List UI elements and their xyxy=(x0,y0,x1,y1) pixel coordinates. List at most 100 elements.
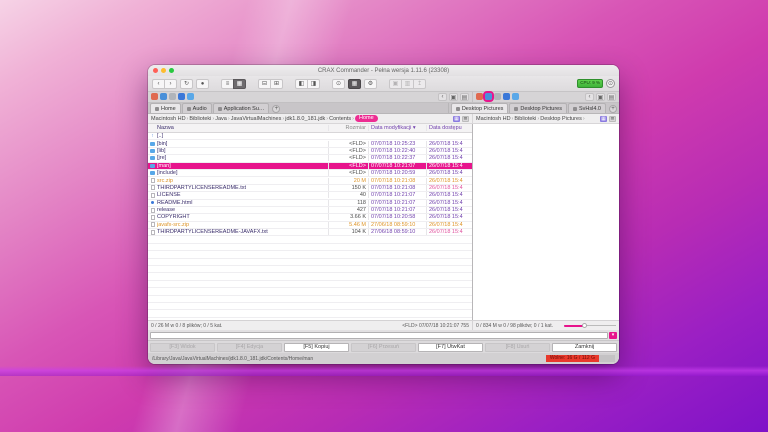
file-row[interactable]: src.zip20 M07/07/18 10:21:0826/07/18 15:… xyxy=(148,177,472,184)
power-toggle-button[interactable]: ● xyxy=(196,79,209,89)
view-grid-button[interactable]: ▦ xyxy=(233,79,246,89)
right-view-details-icon[interactable]: ≣ xyxy=(609,116,616,122)
file-size: <FLD> xyxy=(328,148,368,154)
right-tab-0[interactable]: Desktop Pictures xyxy=(451,103,509,113)
favorite-desktop-icon[interactable] xyxy=(187,93,194,100)
left-pane-back-icon[interactable]: ‹ xyxy=(438,93,447,101)
file-size: <FLD> xyxy=(328,170,368,176)
breadcrumb-separator: › xyxy=(537,116,539,122)
breadcrumb-segment[interactable]: Desktop Pictures xyxy=(540,116,582,122)
split-horizontal-bottom-button[interactable]: ⊞ xyxy=(270,79,283,89)
right-pane-newtab-icon[interactable]: ▣ xyxy=(596,93,605,101)
favorite-network-icon[interactable] xyxy=(169,93,176,100)
folders-button[interactable]: ▦ xyxy=(348,79,361,89)
left-pane-trash-icon[interactable]: ▤ xyxy=(460,93,469,101)
favorite-applications-icon[interactable] xyxy=(476,93,483,100)
right-view-icons-icon[interactable]: ▦ xyxy=(600,116,607,122)
breadcrumb-segment[interactable]: Macintosh HD xyxy=(476,116,511,122)
file-row[interactable]: [include]<FLD>07/07/18 10:20:5926/07/18 … xyxy=(148,170,472,177)
column-header-modified[interactable]: Data modyfikacji ▾ xyxy=(368,125,426,131)
command-go-button[interactable]: ▾ xyxy=(609,332,617,339)
split-vertical-right-button[interactable]: ◨ xyxy=(307,79,320,89)
favorite-browser-icon[interactable] xyxy=(178,93,185,100)
empty-row xyxy=(148,236,472,243)
favorite-documents-icon[interactable] xyxy=(485,93,492,100)
minimize-window-button[interactable] xyxy=(161,68,166,73)
column-header-size[interactable]: Rozmiar xyxy=(328,125,368,131)
right-file-pane[interactable] xyxy=(472,124,619,320)
empty-row xyxy=(148,281,472,288)
crax-commander-window: CRAX Commander - Pełna wersja 1.11.6 (23… xyxy=(148,65,619,364)
breadcrumb-segment[interactable]: Contents xyxy=(329,116,351,122)
file-row[interactable]: COPYRIGHT3.66 K07/07/18 10:20:5826/07/18… xyxy=(148,214,472,221)
file-row[interactable]: [man]<FLD>07/07/18 10:21:0726/07/18 15:4 xyxy=(148,163,472,170)
right-pane-status: 0 / 834 M w 0 / 98 plików; 0 / 1 kat. xyxy=(472,321,619,330)
column-header-accessed[interactable]: Data dostępu xyxy=(426,125,472,131)
share-button-disabled: ↥ xyxy=(413,79,426,89)
file-size: 40 xyxy=(328,192,368,198)
close-window-button[interactable] xyxy=(153,68,158,73)
function-button-2[interactable]: [F5] Kopiuj xyxy=(284,343,349,352)
file-row[interactable]: javafx-src.zip5.46 M27/06/18 08:59:1026/… xyxy=(148,222,472,229)
left-tab-2[interactable]: Application Su… xyxy=(213,103,270,113)
file-modified-date: 07/07/18 10:20:59 xyxy=(368,170,426,176)
right-new-tab-button[interactable]: + xyxy=(609,105,617,113)
function-button-4[interactable]: [F7] UtwKat xyxy=(418,343,483,352)
search-button[interactable]: ⊙ xyxy=(332,79,345,89)
favorite-network-icon[interactable] xyxy=(494,93,501,100)
quickbar-right: ‹ ▣ ▤ xyxy=(472,92,619,102)
empty-row xyxy=(148,303,472,310)
main-toolbar: ‹ › ↻ ● ≡ ▦ ⊟ ⊞ ◧ ◨ ⊙ ▦ ⚙ xyxy=(148,76,619,92)
current-folder-pill[interactable]: Home xyxy=(355,115,378,122)
settings-button[interactable]: ⚙ xyxy=(364,79,377,89)
breadcrumb-segment[interactable]: Macintosh HD xyxy=(151,116,186,122)
left-new-tab-button[interactable]: + xyxy=(272,105,280,113)
breadcrumb-segment[interactable]: Biblioteki xyxy=(189,116,211,122)
window-controls xyxy=(153,68,174,73)
right-tab-1[interactable]: Desktop Pictures xyxy=(509,103,567,113)
file-icon xyxy=(151,208,155,213)
favorite-documents-icon[interactable] xyxy=(160,93,167,100)
file-icon xyxy=(151,185,155,190)
app-settings-round-button[interactable]: ⊙ xyxy=(606,79,615,88)
slider-knob[interactable] xyxy=(582,323,587,328)
function-button-6[interactable]: Zamknij xyxy=(552,343,617,352)
right-tab-2[interactable]: SvHsl4.0 xyxy=(568,103,606,113)
file-icon-cell xyxy=(148,164,157,168)
left-view-icons-icon[interactable]: ▦ xyxy=(453,116,460,122)
left-tab-0[interactable]: Home xyxy=(150,103,181,113)
zoom-slider[interactable] xyxy=(564,323,616,328)
file-row[interactable]: [jre]<FLD>07/07/18 10:22:3726/07/18 15:4 xyxy=(148,155,472,162)
zoom-window-button[interactable] xyxy=(169,68,174,73)
file-row[interactable]: LICENSE4007/07/18 10:21:0726/07/18 15:4 xyxy=(148,192,472,199)
file-size: 427 xyxy=(328,207,368,213)
right-pane-trash-icon[interactable]: ▤ xyxy=(607,93,616,101)
file-row[interactable]: [bin]<FLD>07/07/18 10:25:2326/07/18 15:4 xyxy=(148,140,472,147)
left-breadcrumb: Macintosh HD›Biblioteki›Java›JavaVirtual… xyxy=(148,114,472,123)
file-row[interactable]: THIRDPARTYLICENSEREADME.txt150 K07/07/18… xyxy=(148,185,472,192)
favorite-applications-icon[interactable] xyxy=(151,93,158,100)
breadcrumb-segment[interactable]: Java xyxy=(215,116,227,122)
right-pane-back-icon[interactable]: ‹ xyxy=(585,93,594,101)
command-input[interactable] xyxy=(150,332,608,339)
breadcrumb-separator: › xyxy=(228,116,230,122)
left-pane-newtab-icon[interactable]: ▣ xyxy=(449,93,458,101)
file-icon-cell xyxy=(148,142,157,146)
breadcrumb-segment[interactable]: jdk1.8.0_181.jdk xyxy=(285,116,325,122)
forward-button[interactable]: › xyxy=(164,79,177,89)
file-row[interactable]: README.html11807/07/18 10:21:0726/07/18 … xyxy=(148,200,472,207)
favorite-desktop-icon[interactable] xyxy=(512,93,519,100)
favorite-browser-icon[interactable] xyxy=(503,93,510,100)
left-tab-1[interactable]: Audio xyxy=(182,103,212,113)
left-status-text: 0 / 26 M w 0 / 8 plików; 0 / 5 kat. xyxy=(151,323,222,329)
left-view-details-icon[interactable]: ≣ xyxy=(462,116,469,122)
file-row[interactable]: THIRDPARTYLICENSEREADME-JAVAFX.txt104 K2… xyxy=(148,229,472,236)
breadcrumb-segment[interactable]: JavaVirtualMachines xyxy=(231,116,282,122)
file-row[interactable]: release42707/07/18 10:21:0726/07/18 15:4 xyxy=(148,207,472,214)
file-row[interactable]: [lib]<FLD>07/07/18 10:22:4026/07/18 15:4 xyxy=(148,148,472,155)
file-row[interactable]: ↑[..] xyxy=(148,133,472,140)
breadcrumb-segment[interactable]: Biblioteki xyxy=(514,116,536,122)
column-header-name[interactable]: Nazwa xyxy=(157,125,328,131)
file-name: [man] xyxy=(157,163,328,169)
refresh-button[interactable]: ↻ xyxy=(180,79,193,89)
